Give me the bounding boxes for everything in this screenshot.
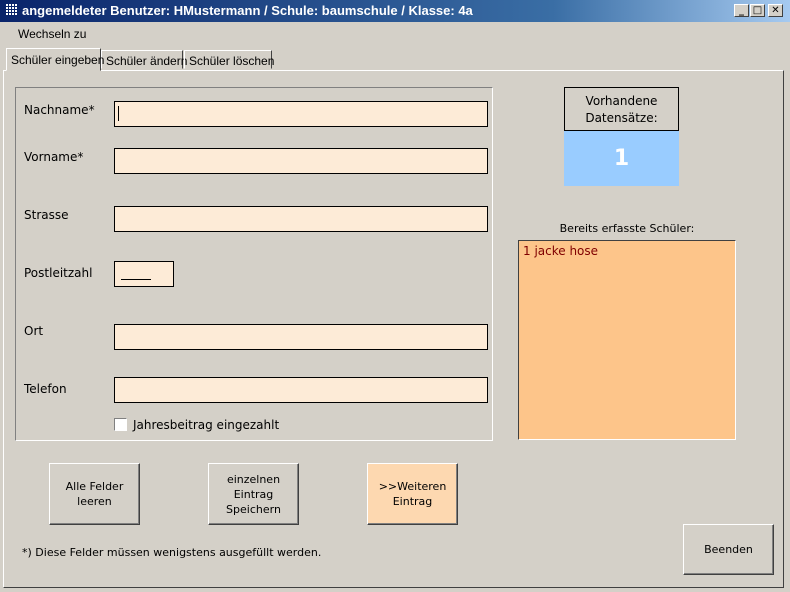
maximize-button[interactable]: □ [750,4,765,17]
fee-paid-checkbox[interactable] [114,418,127,431]
tab-edit-student[interactable]: Schüler ändern [101,50,187,69]
zip-label: Postleitzahl [24,266,93,280]
app-icon [4,3,18,17]
menu-switch[interactable]: Wechseln zu [18,27,86,41]
zip-field[interactable] [114,261,174,287]
save-entry-button[interactable]: einzelnen Eintrag Speichern [208,463,299,525]
clear-fields-button[interactable]: Alle Felder leeren [49,463,140,525]
next-entry-button[interactable]: >>Weiteren Eintrag [367,463,458,525]
firstname-label: Vorname* [24,150,84,164]
phone-field[interactable] [114,377,488,403]
input-mask [121,279,151,280]
records-label: Vorhandene Datensätze: [564,87,679,131]
text-caret [118,106,119,121]
list-item[interactable]: 1 jacke hose [523,244,598,258]
tab-delete-student[interactable]: Schüler löschen [184,50,274,69]
city-label: Ort [24,324,44,338]
quit-button[interactable]: Beenden [683,524,774,575]
fee-paid-label: Jahresbeitrag eingezahlt [133,418,280,432]
students-list-label: Bereits erfasste Schüler: [559,222,695,235]
lastname-field[interactable] [114,101,488,127]
close-button[interactable]: ✕ [768,4,783,17]
records-count: 1 [564,131,679,186]
minimize-button[interactable]: _ [734,4,749,17]
firstname-field[interactable] [114,148,488,174]
lastname-label: Nachname* [24,103,95,117]
street-field[interactable] [114,206,488,232]
required-footnote: *) Diese Felder müssen wenigstens ausgef… [22,546,322,559]
window-title: angemeldeter Benutzer: HMustermann / Sch… [22,3,473,18]
students-listbox[interactable]: 1 jacke hose [518,240,736,440]
city-field[interactable] [114,324,488,350]
tab-enter-student[interactable]: Schüler eingeben [6,48,104,71]
title-bar: angemeldeter Benutzer: HMustermann / Sch… [0,0,790,22]
phone-label: Telefon [24,382,67,396]
menu-bar: Wechseln zu [0,22,790,44]
street-label: Strasse [24,208,69,222]
